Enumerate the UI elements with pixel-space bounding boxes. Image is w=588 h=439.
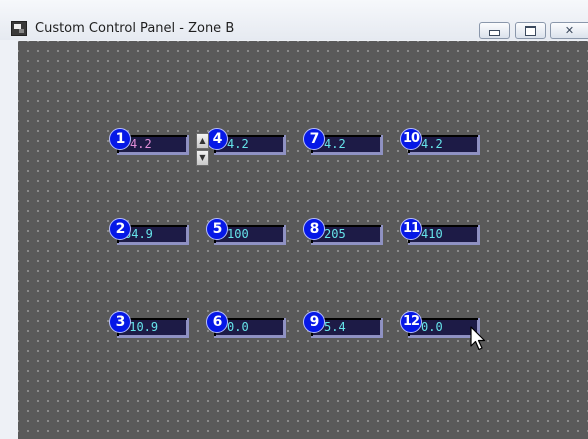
control-number-badge: 2 [109, 218, 131, 240]
window-title: Custom Control Panel - Zone B [35, 21, 235, 36]
control-5[interactable]: 5 100 [206, 218, 286, 248]
control-4[interactable]: 4 4.2 [206, 128, 286, 158]
value-text: 100 [227, 227, 249, 241]
window-left-border [0, 40, 18, 439]
title-bar[interactable]: Custom Control Panel - Zone B ✕ [0, 0, 588, 40]
control-canvas: 1 4.2 2 64.9 3 -10.9 ▲ ▼ 4 4.2 5 100 6 0… [18, 41, 588, 439]
maximize-icon [516, 23, 545, 38]
control-7[interactable]: 7 4.2 [303, 128, 383, 158]
control-panel-icon[interactable] [11, 21, 27, 36]
control-1[interactable]: 1 4.2 [109, 128, 189, 158]
control-3[interactable]: 3 -10.9 [109, 311, 189, 341]
value-text: 205 [324, 227, 346, 241]
minimize-icon [480, 23, 509, 38]
control-10[interactable]: 10 4.2 [400, 128, 480, 158]
value-text: 410 [421, 227, 443, 241]
value-text: 4.2 [421, 137, 443, 151]
value-text: 4.2 [227, 137, 249, 151]
control-number-badge: 12 [400, 311, 422, 333]
minimize-button[interactable] [479, 22, 510, 39]
control-number-badge: 10 [400, 128, 422, 150]
control-8[interactable]: 8 205 [303, 218, 383, 248]
control-11[interactable]: 11 410 [400, 218, 480, 248]
control-6[interactable]: 6 0.0 [206, 311, 286, 341]
value-text: 0.0 [227, 320, 249, 334]
control-number-badge: 4 [206, 128, 228, 150]
maximize-button[interactable] [515, 22, 546, 39]
close-icon: ✕ [564, 24, 575, 37]
control-2[interactable]: 2 64.9 [109, 218, 189, 248]
control-number-badge: 1 [109, 128, 131, 150]
value-text: 4.2 [324, 137, 346, 151]
control-number-badge: 5 [206, 218, 228, 240]
value-text: 4.2 [130, 137, 152, 151]
value-spinner[interactable]: ▲ ▼ [196, 133, 209, 167]
close-button[interactable]: ✕ [550, 22, 588, 39]
control-number-badge: 7 [303, 128, 325, 150]
control-number-badge: 3 [109, 311, 131, 333]
control-9[interactable]: 9 5.4 [303, 311, 383, 341]
control-number-badge: 11 [400, 218, 422, 240]
mouse-pointer-icon [470, 326, 486, 351]
arrow-down-icon[interactable]: ▼ [196, 150, 209, 166]
control-number-badge: 8 [303, 218, 325, 240]
control-12[interactable]: 12 0.0 [400, 311, 480, 341]
value-text: 0.0 [421, 320, 443, 334]
control-number-badge: 9 [303, 311, 325, 333]
control-panel-window: Custom Control Panel - Zone B ✕ 1 4.2 2 … [0, 0, 588, 439]
value-text: 5.4 [324, 320, 346, 334]
arrow-up-icon[interactable]: ▲ [196, 133, 209, 149]
control-number-badge: 6 [206, 311, 228, 333]
